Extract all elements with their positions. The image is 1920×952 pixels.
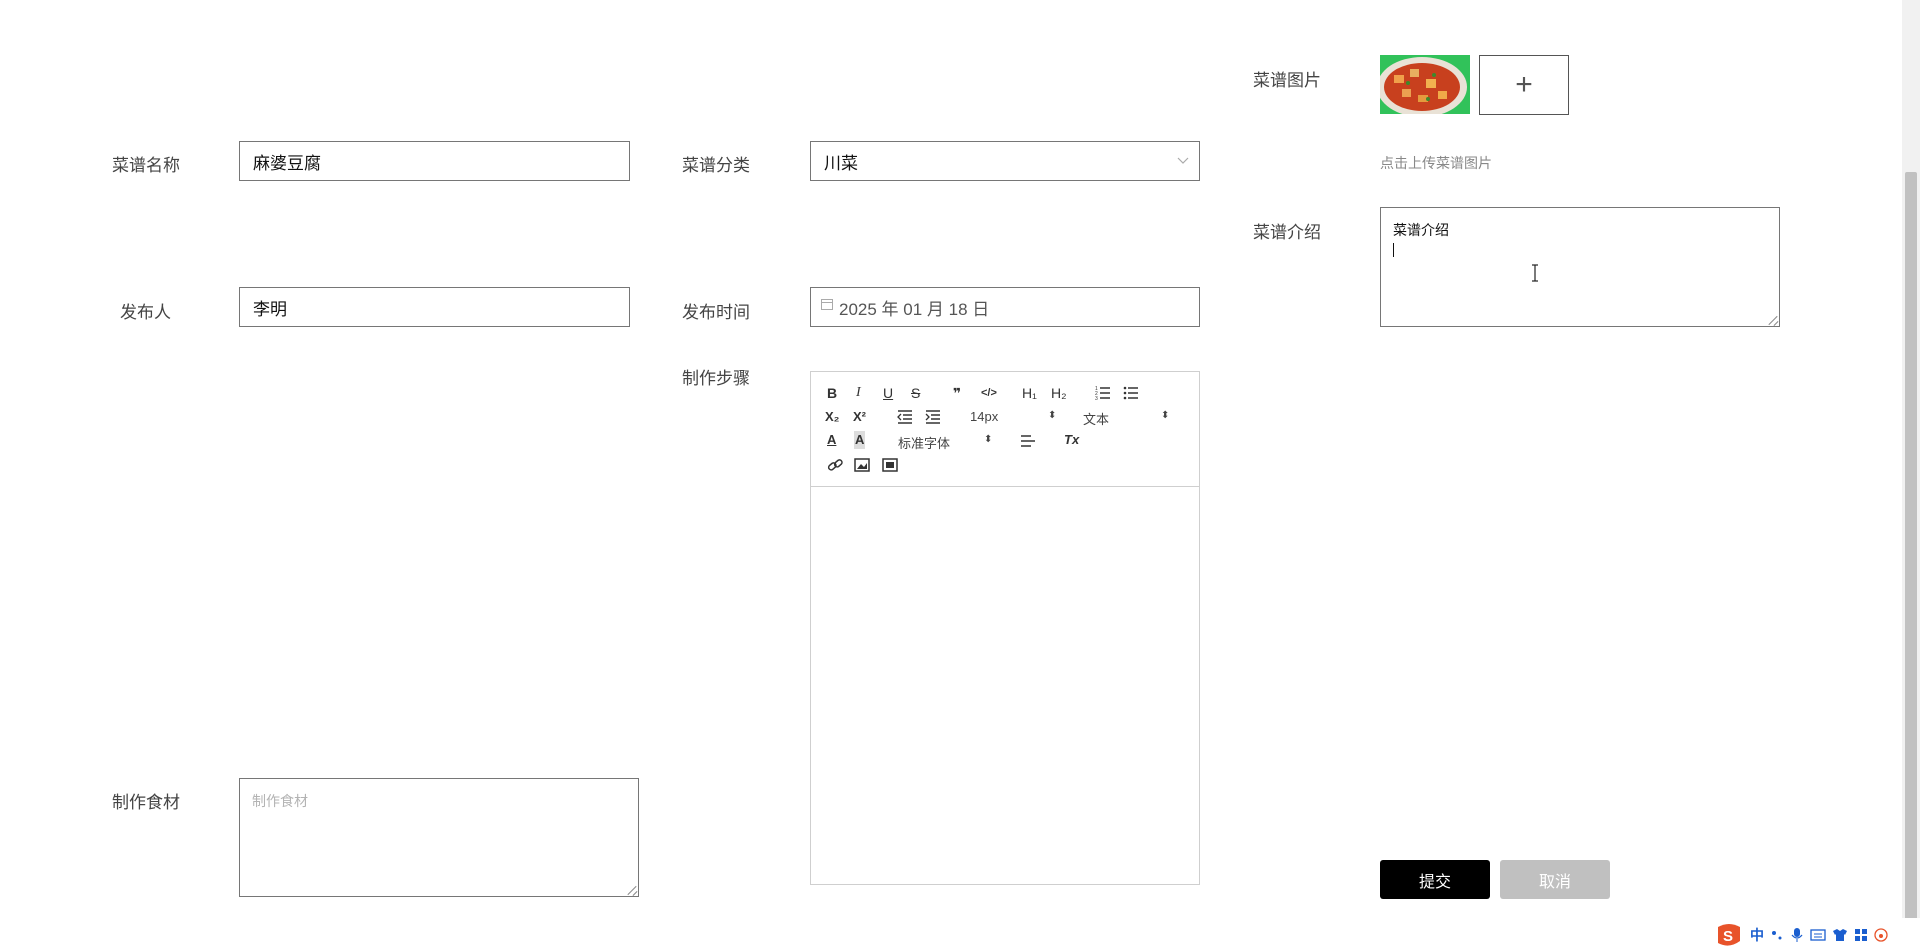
mapo-tofu-photo-icon <box>1380 55 1470 114</box>
editor-toolbar: B I U S ❞ </> H₁ H₂ 123 X₂ X² 14px ⬍ 文本 <box>811 372 1199 487</box>
category-select[interactable]: 川菜 <box>810 141 1200 181</box>
text-cursor <box>1393 243 1394 257</box>
microphone-icon[interactable] <box>1790 927 1804 943</box>
superscript-button[interactable]: X² <box>853 408 866 426</box>
punctuation-icon[interactable] <box>1770 928 1784 942</box>
mascot-icon[interactable] <box>1874 928 1888 942</box>
header-2-button[interactable]: H₂ <box>1051 384 1067 402</box>
bold-button[interactable]: B <box>827 384 837 402</box>
font-size-select[interactable]: 14px ⬍ <box>970 409 1057 424</box>
calendar-icon <box>821 299 833 310</box>
cancel-button[interactable]: 取消 <box>1500 860 1610 899</box>
intro-textarea[interactable]: 菜谱介绍 <box>1380 207 1780 327</box>
ingredients-textarea[interactable]: 制作食材 <box>239 778 639 897</box>
publisher-label: 发布人 <box>120 303 171 322</box>
steps-rich-editor[interactable]: B I U S ❞ </> H₁ H₂ 123 X₂ X² 14px ⬍ 文本 <box>810 371 1200 885</box>
upload-hint: 点击上传菜谱图片 <box>1380 155 1492 171</box>
recipe-name-label: 菜谱名称 <box>112 156 180 175</box>
intro-value: 菜谱介绍 <box>1393 222 1449 238</box>
font-family-value: 标准字体 <box>898 436 951 451</box>
ime-toolbar: S 中 <box>1708 918 1920 952</box>
strike-button[interactable]: S <box>911 384 920 402</box>
category-label: 菜谱分类 <box>682 156 750 175</box>
toolbox-grid-icon[interactable] <box>1854 928 1868 942</box>
select-arrows-icon: ⬍ <box>984 434 993 445</box>
resize-handle-icon[interactable] <box>627 885 637 895</box>
editor-content-area[interactable] <box>811 487 1199 885</box>
ibeam-cursor-icon <box>1532 264 1538 282</box>
recipe-name-value: 麻婆豆腐 <box>253 153 321 173</box>
ingredients-label: 制作食材 <box>112 793 180 812</box>
plus-icon: + <box>1515 68 1533 101</box>
recipe-name-input[interactable]: 麻婆豆腐 <box>239 141 630 181</box>
indent-icon[interactable] <box>925 410 941 424</box>
publisher-input[interactable]: 李明 <box>239 287 630 327</box>
link-icon[interactable] <box>827 458 843 472</box>
intro-label: 菜谱介绍 <box>1253 223 1321 242</box>
italic-button[interactable]: I <box>856 384 861 402</box>
select-arrows-icon: ⬍ <box>1161 410 1170 421</box>
block-type-select[interactable]: 文本 ⬍ <box>1083 409 1170 428</box>
publisher-value: 李明 <box>253 299 287 319</box>
font-family-select[interactable]: 标准字体 ⬍ <box>898 433 994 452</box>
category-value: 川菜 <box>824 153 858 173</box>
recipe-thumbnail-image[interactable] <box>1380 55 1470 114</box>
skin-shirt-icon[interactable] <box>1832 928 1848 942</box>
sogou-logo-icon[interactable]: S <box>1714 921 1744 949</box>
ordered-list-icon[interactable]: 123 <box>1095 385 1111 401</box>
ingredients-placeholder: 制作食材 <box>252 793 308 809</box>
page-scrollbar[interactable] <box>1902 0 1920 952</box>
scrollbar-thumb[interactable] <box>1905 172 1917 942</box>
add-image-button[interactable]: + <box>1479 55 1569 115</box>
image-label: 菜谱图片 <box>1253 71 1321 90</box>
publish-time-label: 发布时间 <box>682 303 750 322</box>
publish-time-value: 2025 年 01 月 18 日 <box>839 299 990 319</box>
background-color-button[interactable]: A <box>854 431 866 449</box>
video-icon[interactable] <box>882 458 898 472</box>
bullet-list-icon[interactable] <box>1123 385 1139 401</box>
font-color-button[interactable]: A <box>827 431 836 449</box>
svg-text:S: S <box>1723 928 1733 945</box>
steps-label: 制作步骤 <box>682 369 750 388</box>
chevron-down-icon <box>1177 157 1189 164</box>
align-left-icon[interactable] <box>1020 435 1036 449</box>
header-1-button[interactable]: H₁ <box>1022 384 1037 402</box>
svg-text:3: 3 <box>1095 396 1098 401</box>
blockquote-button[interactable]: ❞ <box>953 384 961 402</box>
clear-format-button[interactable]: Tx <box>1064 431 1079 449</box>
block-type-value: 文本 <box>1083 412 1110 427</box>
select-arrows-icon: ⬍ <box>1048 410 1057 421</box>
keyboard-icon[interactable] <box>1810 928 1826 942</box>
ime-mode-chinese[interactable]: 中 <box>1750 925 1764 945</box>
resize-handle-icon[interactable] <box>1768 315 1778 325</box>
subscript-button[interactable]: X₂ <box>825 408 839 426</box>
submit-button[interactable]: 提交 <box>1380 860 1490 899</box>
code-block-button[interactable]: </> <box>981 384 997 402</box>
outdent-icon[interactable] <box>897 410 913 424</box>
image-icon[interactable] <box>854 458 870 472</box>
publish-time-input[interactable]: 2025 年 01 月 18 日 <box>810 287 1200 327</box>
font-size-value: 14px <box>970 409 999 424</box>
underline-button[interactable]: U <box>883 384 893 402</box>
